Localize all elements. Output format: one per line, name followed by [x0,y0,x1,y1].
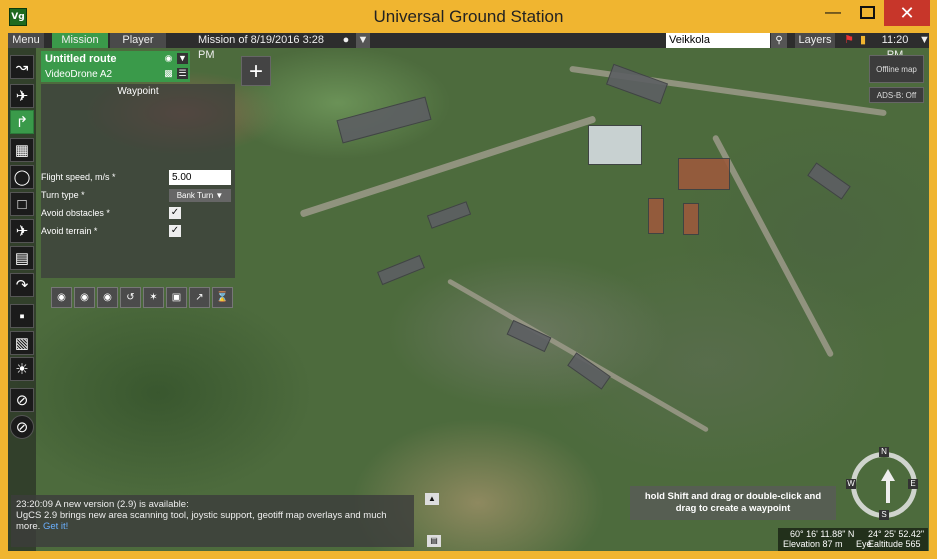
hatch-area-icon[interactable]: ▧ [10,331,34,355]
chevron-down-icon[interactable]: ▼ [177,53,188,64]
thermometer-icon: ▮ [859,34,867,46]
avoid-obstacles-row: Avoid obstacles * ✓ [41,206,235,222]
compass-n-label: N [879,447,889,457]
compass-w-label: W [846,479,856,489]
panorama-icon[interactable]: ▣ [166,287,187,308]
waypoint-panel: Waypoint Flight speed, m/s * 5.00 Turn t… [41,84,235,308]
compass-needle [886,481,890,503]
window-close-icon[interactable]: ✕ [884,0,930,26]
yaw-icon[interactable]: ↗ [189,287,210,308]
hint-line2: drag to create a waypoint [675,503,791,514]
waypoint-tool-icon[interactable]: ↱ [10,110,34,134]
avoid-terrain-label: Avoid terrain * [41,226,98,236]
app-window: Vg Universal Ground Station — ✕ Menu Mis… [0,0,937,559]
menu-button[interactable]: Menu [8,33,44,48]
window-title: Universal Ground Station [373,7,564,26]
eye-icon[interactable]: ◉ [163,53,174,64]
tab-player[interactable]: Player [110,33,166,48]
add-route-button[interactable]: + [241,56,271,86]
turn-type-value: Bank Turn [176,191,214,200]
adsb-button[interactable]: ADS-B: Off [869,87,924,103]
map-building [336,96,432,144]
map-building [648,198,664,234]
hint-message: hold Shift and drag or double-click and … [630,486,836,520]
window-maximize-icon[interactable] [850,0,884,26]
route-tool-icon[interactable]: ↝ [10,55,34,79]
notification-time: 23:20:09 [16,499,53,510]
sun-icon[interactable]: ☀ [10,357,34,381]
flight-speed-input[interactable]: 5.00 [169,170,231,185]
turn-type-label: Turn type * [41,190,85,200]
compass-arrow-icon [881,469,895,481]
turn-type-row: Turn type * Bank Turn ▼ [41,188,235,204]
chevron-down-icon[interactable]: ▼ [919,33,929,48]
coordinates-readout: 60° 16' 11.88" N 24° 25' 52.42" E Elevat… [778,528,928,551]
camera-timer-icon[interactable]: ◉ [74,287,95,308]
compass-s-label: S [879,510,889,520]
flight-speed-label: Flight speed, m/s * [41,172,116,182]
flight-speed-row: Flight speed, m/s * 5.00 [41,170,235,186]
clock-time: 11:20 PM [881,34,909,61]
area-scan-icon[interactable]: ▦ [10,138,34,162]
turn-type-select[interactable]: Bank Turn ▼ [169,189,231,202]
flag-icon[interactable]: ⚑ [842,33,856,48]
search-input[interactable] [666,33,770,48]
circle-tool-icon[interactable]: ◯ [10,165,34,189]
no-fly-circle-icon[interactable]: ⊘ [10,415,34,439]
avoid-terrain-row: Avoid terrain * ✓ [41,224,235,240]
avoid-obstacles-checkbox[interactable]: ✓ [169,207,181,219]
hourglass-icon[interactable]: ⌛ [212,287,233,308]
avoid-obstacles-label: Avoid obstacles * [41,208,110,218]
photogrammetry-icon[interactable]: ▤ [10,246,34,270]
map-building [807,162,851,200]
elevation: Elevation 87 m [783,539,843,549]
notification-line1: A new version (2.9) is available: [55,499,189,510]
route-device: VideoDrone A2 [45,69,113,80]
user-icon[interactable]: ● [341,33,351,48]
mission-title: Mission of 8/19/2016 3:28 PM [198,34,324,61]
camera-attitude-icon[interactable]: ↺ [120,287,141,308]
copy-icon[interactable]: ▤ [427,535,441,547]
takeoff-icon[interactable]: ✈ [10,84,34,108]
get-it-link[interactable]: Get it! [43,521,68,532]
notification-line2: UgCS 2.9 brings new area scanning tool, … [16,510,387,532]
map-building [678,158,730,190]
map-view[interactable]: Menu Mission Player Mission of 8/19/2016… [8,33,929,551]
route-settings-icon[interactable]: ▩ [163,68,174,79]
tab-mission[interactable]: Mission [52,33,108,48]
latitude: 60° 16' 11.88" N [790,529,855,539]
route-name: Untitled route [45,53,117,65]
map-building [426,201,472,229]
poi-icon[interactable]: ✶ [143,287,164,308]
layers-button[interactable]: Layers [795,33,835,48]
map-building [683,203,699,235]
mission-dropdown-icon[interactable]: ▼ [356,33,370,48]
chevron-up-icon[interactable]: ▲ [425,493,439,505]
ruler-icon[interactable]: ▪ [10,304,34,328]
top-bar: Menu Mission Player Mission of 8/19/2016… [8,33,929,61]
corridor-icon[interactable]: ↷ [10,273,34,297]
title-bar[interactable]: Vg Universal Ground Station — ✕ [0,0,937,33]
search-icon[interactable]: ⚲ [771,33,787,48]
compass-e-label: E [908,479,918,489]
camera-trigger-icon[interactable]: ◉ [51,287,72,308]
panel-title: Waypoint [117,86,159,97]
map-building [377,254,425,286]
hint-line1: hold Shift and drag or double-click and [644,491,822,502]
map-building [588,125,642,165]
offline-map-button[interactable]: Offline map [869,55,924,83]
left-toolbar: ↝ ✈ ↱ ▦ ◯ □ ✈ ▤ ↷ ▪ ▧ ☀ ⊘ ⊘ [8,48,36,551]
notification-panel: 23:20:09 A new version (2.9) is availabl… [11,495,414,547]
avoid-terrain-checkbox[interactable]: ✓ [169,225,181,237]
landing-icon[interactable]: ✈ [10,219,34,243]
eye-altitude: Eye altitude 565 m [856,539,921,551]
waypoint-actions: ◉ ◉ ◉ ↺ ✶ ▣ ↗ ⌛ [41,287,235,309]
map-building [605,63,669,105]
route-header[interactable]: Untitled route VideoDrone A2 ◉ ▼ ▩ ☰ [41,51,190,82]
list-icon[interactable]: ☰ [177,68,188,79]
camera-distance-icon[interactable]: ◉ [97,287,118,308]
window-minimize-icon[interactable]: — [816,0,850,26]
no-fly-zone-icon[interactable]: ⊘ [10,388,34,412]
perimeter-icon[interactable]: □ [10,192,34,216]
